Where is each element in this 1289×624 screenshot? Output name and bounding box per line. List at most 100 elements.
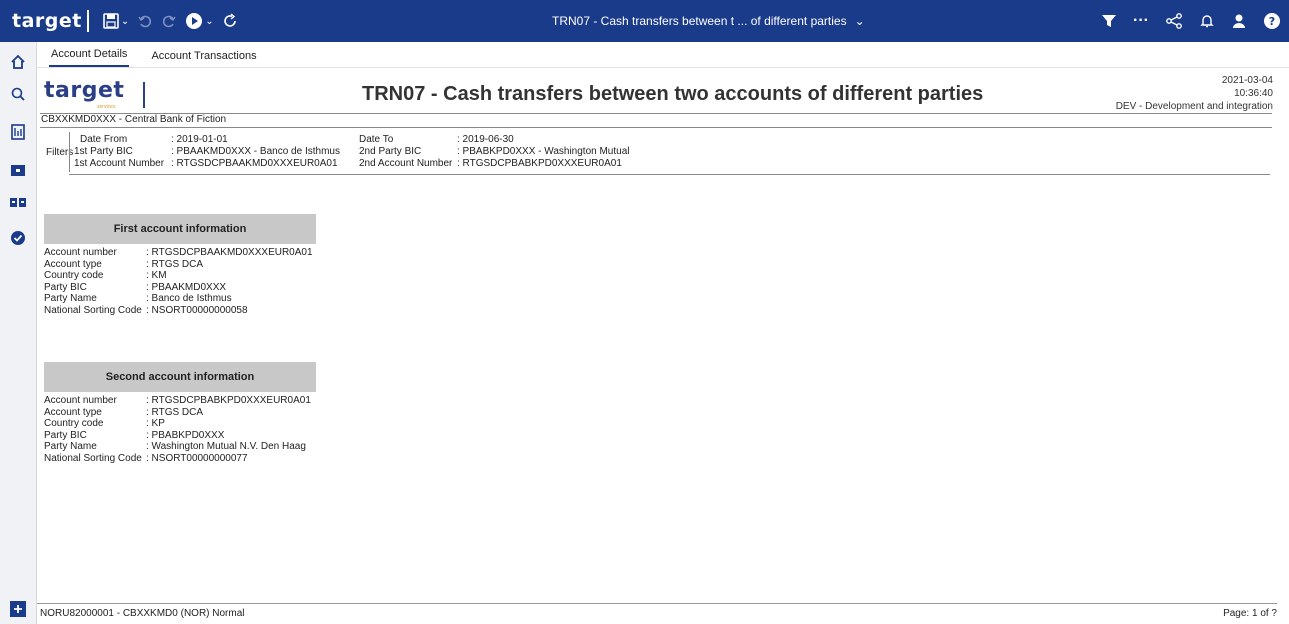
report-time: 10:36:40 (1234, 88, 1273, 99)
add-icon[interactable] (8, 599, 28, 619)
tab-account-details[interactable]: Account Details (49, 43, 130, 67)
row-key: Account number (44, 247, 117, 258)
row-key: Party Name (44, 441, 97, 452)
cb-divider (40, 127, 1272, 128)
report-date: 2021-03-04 (1221, 75, 1273, 86)
row-value: : Banco de Isthmus (146, 293, 232, 304)
tab-account-transactions[interactable]: Account Transactions (149, 43, 258, 67)
chevron-down-icon[interactable]: ⌄ (121, 16, 129, 27)
logo-divider (86, 10, 89, 32)
app-logo: target (12, 10, 82, 32)
row-key: Country code (44, 270, 104, 281)
row-value: : NSORT00000000077 (146, 452, 248, 464)
table-row: Party Name : Washington Mutual N.V. Den H… (44, 441, 311, 453)
row-key: Account type (44, 258, 102, 270)
bell-icon[interactable] (1199, 9, 1215, 33)
report-logo: target (44, 78, 125, 103)
row-key: Country code (44, 418, 104, 429)
user-icon[interactable] (1231, 9, 1247, 33)
report-page: target services TRN07 - Cash transfers b… (37, 68, 1289, 624)
row-value: : RTGS DCA (146, 406, 204, 418)
row-value: : RTGS DCA (146, 258, 204, 270)
play-icon[interactable]: ⌄ (185, 9, 214, 33)
share-icon[interactable] (1165, 9, 1183, 33)
left-nav-rail (0, 42, 37, 624)
filters-box: Date From : 2019-01-01 Date To : 2019-06… (69, 132, 1269, 172)
central-bank-label: CBXXKMD0XXX - Central Bank of Fiction (41, 114, 227, 125)
account1-label: 1st Account Number (74, 158, 165, 169)
table-row: Party Name : Banco de Isthmus (44, 293, 313, 305)
undo-icon[interactable] (137, 9, 153, 33)
redo-icon[interactable] (161, 9, 177, 33)
svg-text:?: ? (1269, 15, 1275, 28)
search-icon[interactable] (8, 84, 28, 104)
table-row: National Sorting Code : NSORT00000000077 (44, 453, 311, 465)
table-row: Account type : RTGS DCA (44, 259, 313, 271)
first-account-heading: First account information (44, 214, 316, 244)
row-key: Party Name (44, 293, 97, 304)
report-logo-divider (143, 82, 145, 108)
window-title: TRN07 - Cash transfers between t ... of … (552, 14, 847, 28)
row-key: Account number (44, 395, 117, 406)
help-icon[interactable]: ? (1263, 9, 1281, 33)
folders-icon[interactable] (8, 192, 28, 212)
row-key: Party BIC (44, 281, 87, 293)
table-row: Account number : RTGSDCPBABKPD0XXXEUR0A01 (44, 395, 311, 407)
row-value: : NSORT00000000058 (146, 304, 248, 316)
report-selector[interactable]: TRN07 - Cash transfers between t ... of … (552, 0, 865, 42)
table-row: Party BIC : PBAAKMD0XXX (44, 282, 313, 294)
account2-value: : RTGSDCPBABKPD0XXXEUR0A01 (457, 158, 622, 169)
table-row: Account type : RTGS DCA (44, 407, 311, 419)
footer-status: NORU82000001 - CBXXKMD0 (NOR) Normal (40, 608, 245, 619)
row-value: : Washington Mutual N.V. Den Haag (146, 441, 306, 452)
first-account-table: Account number : RTGSDCPBAAKMD0XXXEUR0A01… (44, 247, 313, 316)
page-indicator: Page: 1 of ? (1223, 608, 1277, 619)
row-value: : RTGSDCPBAAKMD0XXXEUR0A01 (146, 247, 313, 258)
party2-bic-value: : PBABKPD0XXX - Washington Mutual (457, 146, 630, 157)
filters-block: Filters Date From : 2019-01-01 Date To :… (40, 130, 1270, 174)
more-icon[interactable]: ··· (1133, 9, 1149, 33)
row-key: National Sorting Code (44, 452, 142, 464)
table-row: Country code : KP (44, 418, 311, 430)
party1-bic-value: : PBAAKMD0XXX - Banco de Isthmus (171, 146, 340, 157)
row-value: : RTGSDCPBABKPD0XXXEUR0A01 (146, 395, 311, 406)
account1-value: : RTGSDCPBAAKMD0XXXEUR0A01 (171, 158, 338, 169)
table-row: Account number : RTGSDCPBAAKMD0XXXEUR0A01 (44, 247, 313, 259)
row-key: Party BIC (44, 429, 87, 441)
save-icon[interactable]: ⌄ (103, 9, 129, 33)
filter-icon[interactable] (1101, 9, 1117, 33)
date-to-value: : 2019-06-30 (457, 134, 514, 145)
second-account-table: Account number : RTGSDCPBABKPD0XXXEUR0A01… (44, 395, 311, 464)
check-circle-icon[interactable] (8, 228, 28, 248)
report-logo-subtitle: services (97, 104, 116, 110)
table-row: Country code : KM (44, 270, 313, 282)
folder-icon[interactable] (8, 160, 28, 180)
home-icon[interactable] (8, 52, 28, 72)
report-environment: DEV - Development and integration (1115, 101, 1273, 112)
row-value: : PBABKPD0XXX (146, 429, 225, 441)
filters-divider (69, 174, 1270, 175)
report-tabs: Account Details Account Transactions (37, 42, 1289, 68)
row-key: National Sorting Code (44, 304, 142, 316)
footer-divider (37, 603, 1277, 604)
row-value: : KP (146, 418, 165, 429)
chevron-down-icon[interactable]: ⌄ (855, 14, 865, 28)
chevron-down-icon[interactable]: ⌄ (205, 16, 213, 27)
row-key: Account type (44, 406, 102, 418)
date-from-value: : 2019-01-01 (171, 134, 228, 145)
account2-label: 2nd Account Number (359, 158, 453, 169)
table-row: National Sorting Code : NSORT00000000058 (44, 305, 313, 317)
party2-bic-label: 2nd Party BIC (359, 146, 422, 157)
reports-icon[interactable] (8, 122, 28, 142)
table-row: Party BIC : PBABKPD0XXX (44, 430, 311, 442)
row-value: : PBAAKMD0XXX (146, 281, 227, 293)
row-value: : KM (146, 270, 167, 281)
date-from-label: Date From (80, 134, 128, 145)
top-toolbar: target ⌄ ⌄ TRN07 - Cash transfers betwee… (0, 0, 1289, 42)
refresh-icon[interactable] (222, 9, 238, 33)
report-meta: 2021-03-04 10:36:40 DEV - Development an… (1116, 74, 1273, 113)
second-account-heading: Second account information (44, 362, 316, 392)
date-to-label: Date To (359, 134, 394, 145)
report-title: TRN07 - Cash transfers between two accou… (362, 83, 984, 105)
party1-bic-label: 1st Party BIC (74, 146, 133, 157)
